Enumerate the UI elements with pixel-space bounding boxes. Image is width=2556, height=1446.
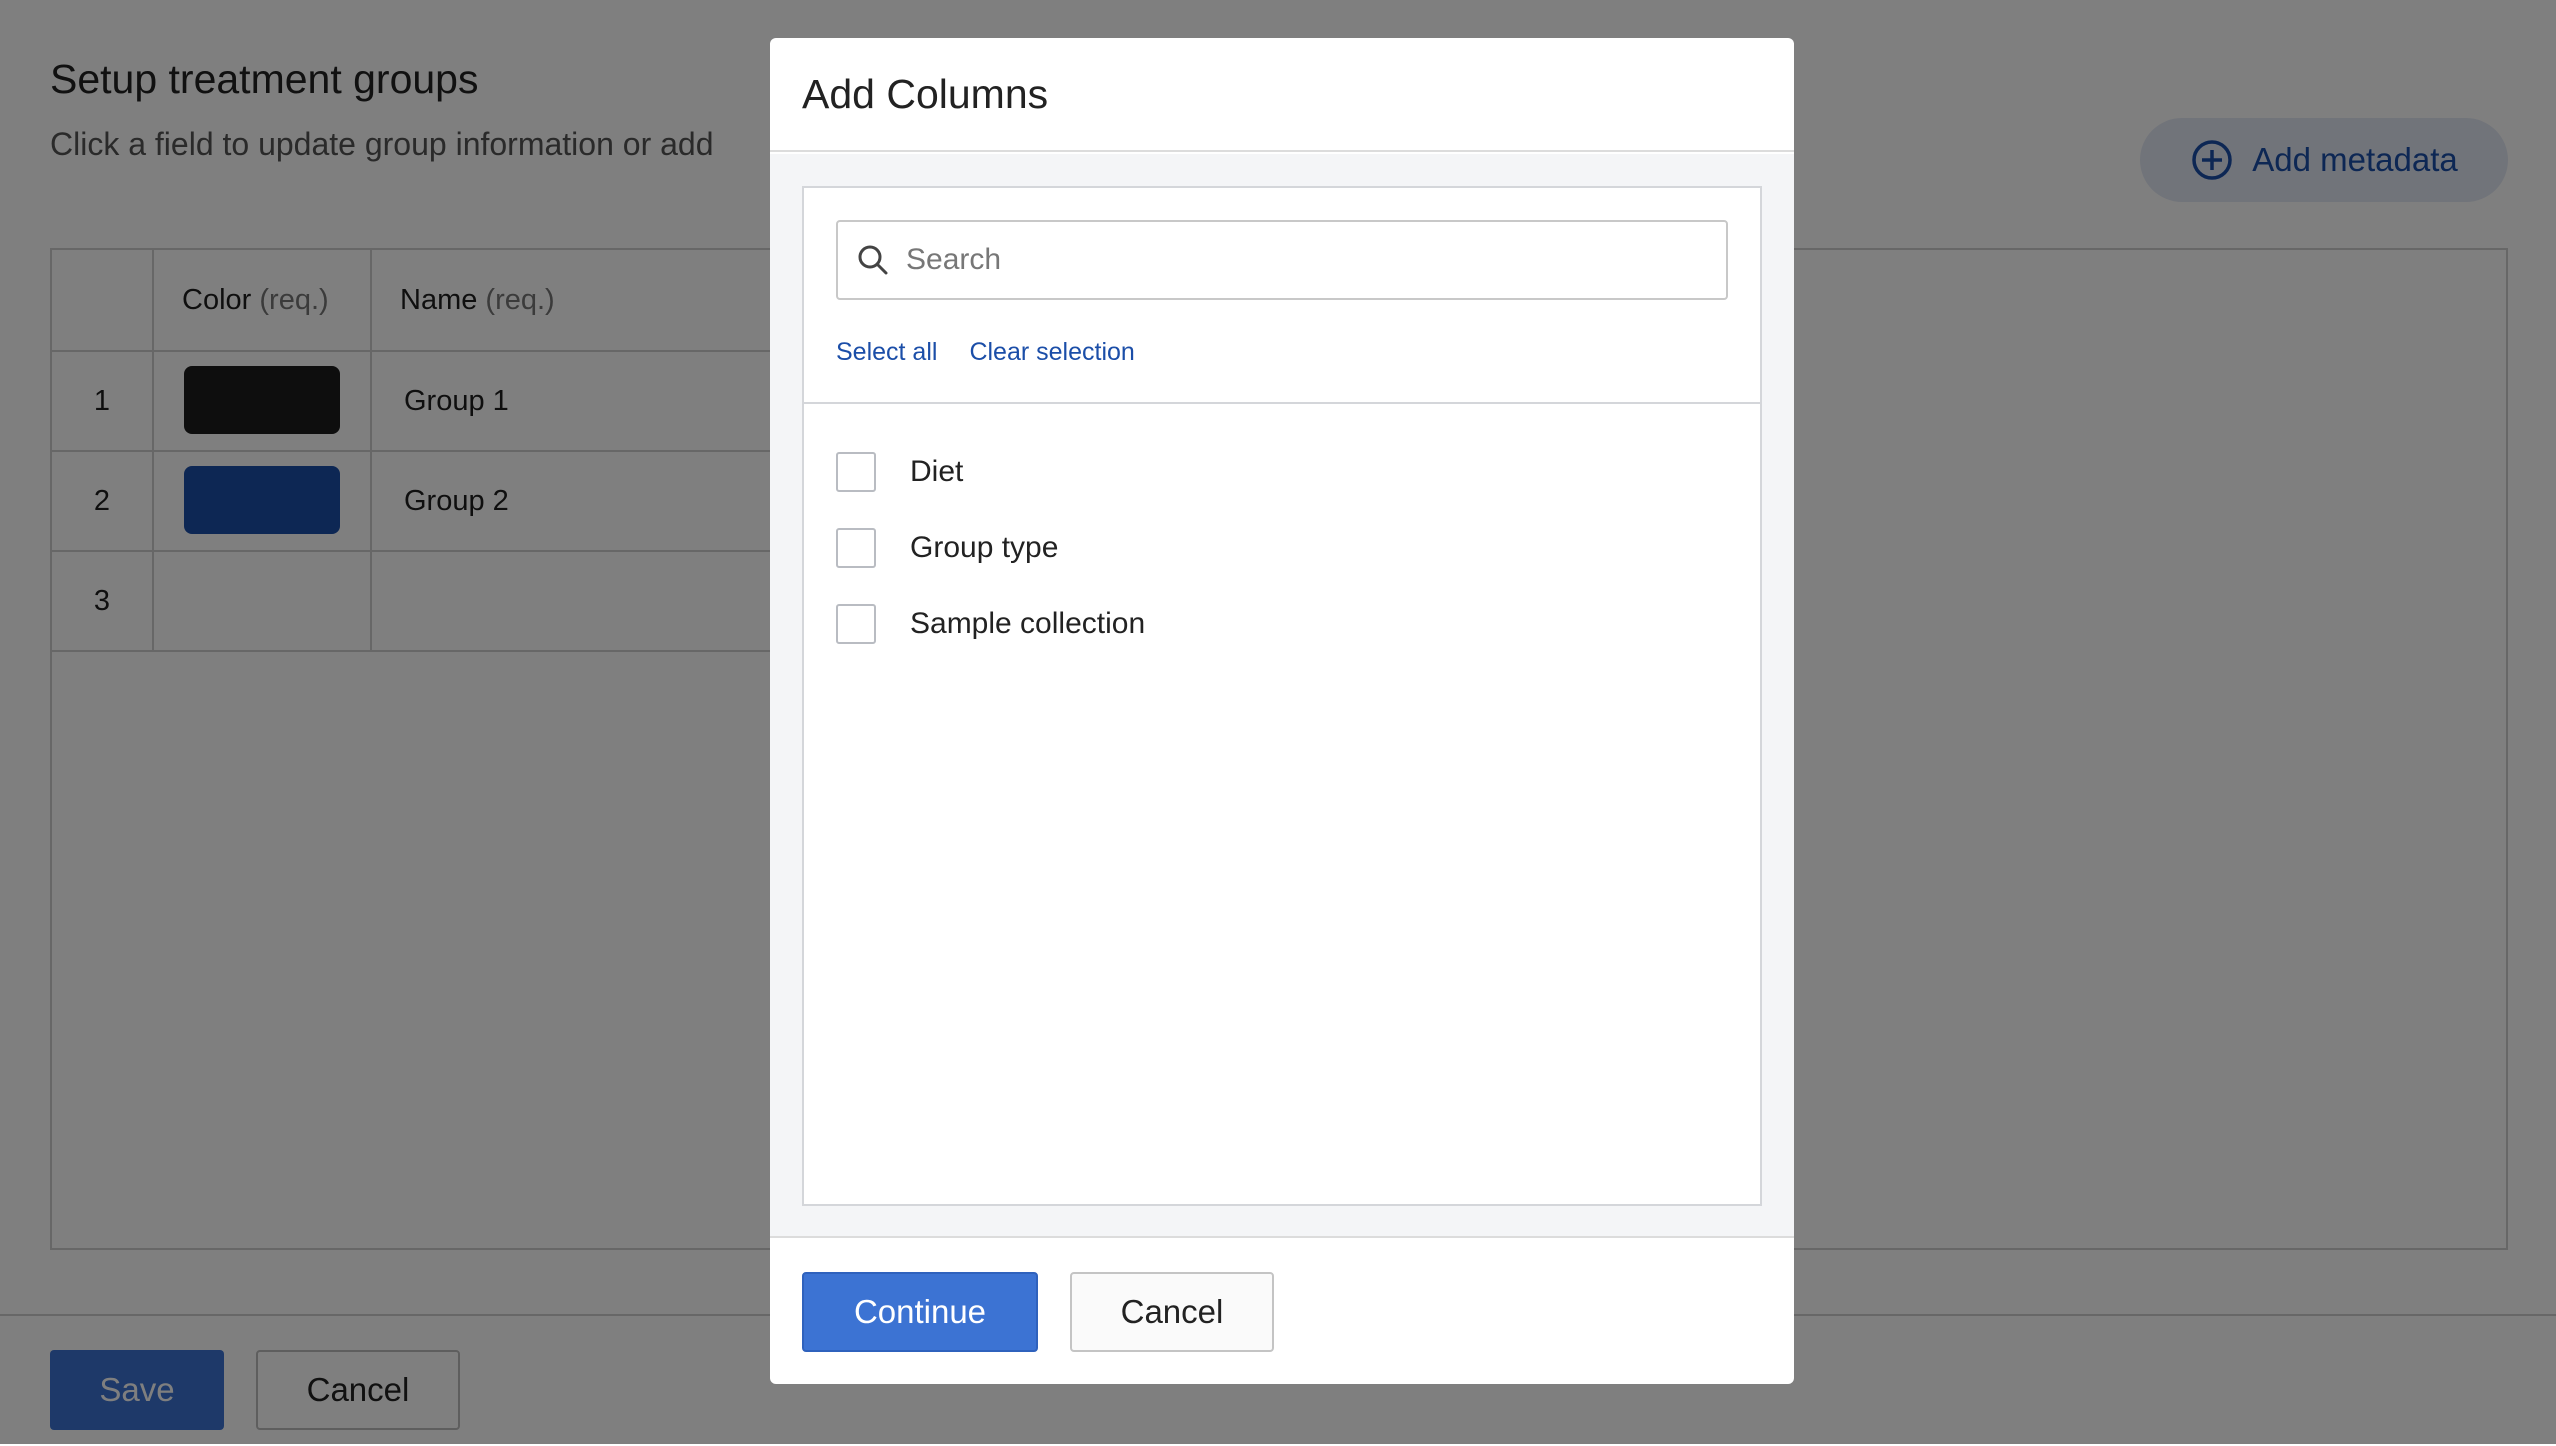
option-diet[interactable]: Diet — [836, 434, 1145, 510]
search-icon — [858, 245, 888, 275]
checkbox[interactable] — [836, 604, 876, 644]
selection-links: Select all Clear selection — [836, 338, 1135, 367]
add-columns-modal: Add Columns Select all Clear selection — [770, 38, 1794, 1384]
checkbox[interactable] — [836, 528, 876, 568]
column-picker-panel: Select all Clear selection Diet Group ty… — [802, 186, 1762, 1206]
modal-title: Add Columns — [802, 70, 1049, 117]
option-label: Diet — [910, 455, 964, 488]
column-options-list: Diet Group type Sample collection — [836, 434, 1145, 662]
search-box[interactable] — [836, 220, 1728, 300]
panel-search-area: Select all Clear selection — [804, 188, 1760, 404]
option-sample-collection[interactable]: Sample collection — [836, 586, 1145, 662]
select-all-link[interactable]: Select all — [836, 338, 937, 367]
option-label: Sample collection — [910, 607, 1146, 640]
modal-body: Select all Clear selection Diet Group ty… — [770, 154, 1794, 1238]
option-group-type[interactable]: Group type — [836, 510, 1145, 586]
clear-selection-link[interactable]: Clear selection — [969, 338, 1134, 367]
modal-footer: Continue Cancel — [770, 1238, 1794, 1384]
modal-header: Add Columns — [770, 38, 1794, 152]
option-label: Group type — [910, 531, 1059, 564]
continue-button[interactable]: Continue — [802, 1272, 1038, 1352]
modal-cancel-button[interactable]: Cancel — [1070, 1272, 1274, 1352]
search-input[interactable] — [904, 242, 1708, 278]
checkbox[interactable] — [836, 452, 876, 492]
